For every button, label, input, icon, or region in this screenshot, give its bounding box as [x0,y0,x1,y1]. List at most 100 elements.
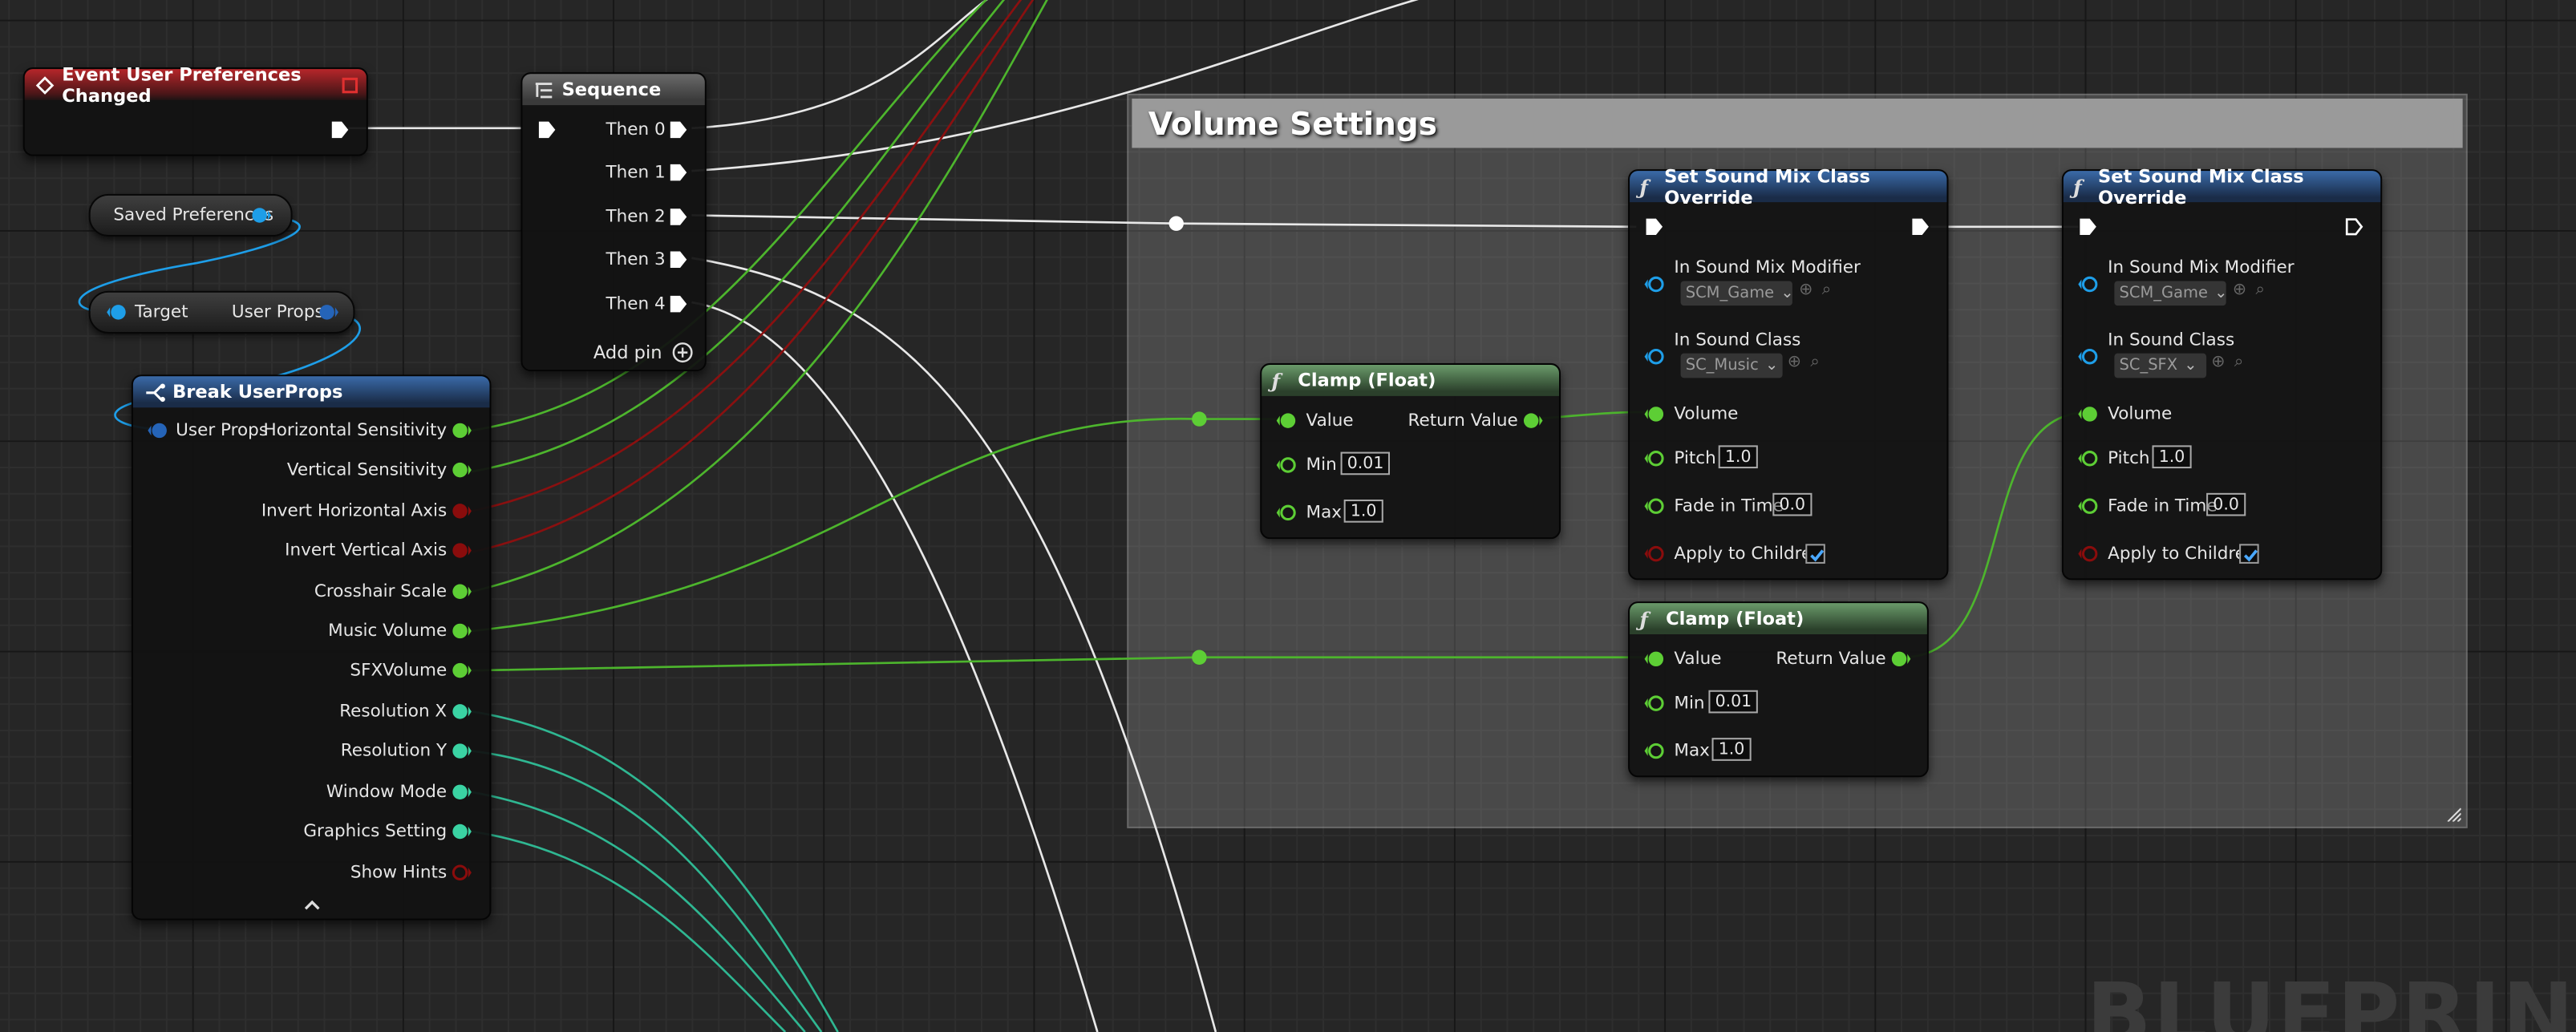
use-selected-asset-icon[interactable]: ⊕ [1799,281,1813,299]
object-in-pin-unconnected[interactable] [2078,274,2098,294]
sound-mix-node-header[interactable]: ƒ Set Sound Mix Class Override [2063,165,2381,208]
bool-in-pin-unconnected[interactable] [2078,544,2098,564]
object-in-pin-unconnected[interactable] [1644,346,1665,366]
sound-mix-node-header[interactable]: ƒ Set Sound Mix Class Override [1630,165,1947,208]
exec-out-pin[interactable] [669,250,689,270]
exec-out-pin[interactable] [669,163,689,183]
user-props-in-label: User Props [176,420,269,441]
fade-in-time-input[interactable]: 0.0 [1772,492,1813,516]
exec-in-pin[interactable] [2078,217,2098,237]
blueprint-graph-canvas[interactable]: Volume Settings Event User Preferences C… [0,0,2576,1032]
float-in-pin-unconnected[interactable] [1644,448,1665,468]
clamp-float-node-2[interactable]: ƒ Clamp (Float) Value Return Value Min 0… [1628,601,1929,778]
sound-mix-modifier-label: In Sound Mix Modifier [1674,257,1861,278]
collapse-chevron-up-icon[interactable] [302,899,322,912]
float-out-pin[interactable] [452,460,472,480]
int-out-pin[interactable] [452,702,472,722]
object-in-pin-unconnected[interactable] [2078,346,2098,366]
browse-asset-search-icon[interactable]: ⌕ [1810,354,1819,372]
fade-in-time-input[interactable]: 0.0 [2206,492,2246,516]
saved-preferences-variable[interactable]: Saved Preferences [88,193,293,237]
exec-out-pin[interactable] [1910,217,1930,237]
apply-to-children-checkbox[interactable] [2239,544,2259,564]
float-in-pin-unconnected[interactable] [1276,455,1297,476]
exec-out-pin[interactable] [669,120,689,140]
sound-mix-modifier-dropdown[interactable]: SCM_Game ⌄ [2114,281,2227,306]
volume-label: Volume [2108,404,2173,424]
sequence-node-header[interactable]: Sequence [522,74,705,106]
add-pin-icon[interactable] [672,342,694,363]
break-userprops-node[interactable]: Break UserProps User Props Horizontal Se… [131,374,492,921]
return-value-label: Return Value [1407,411,1518,431]
bool-in-pin-unconnected[interactable] [1644,544,1665,564]
value-label: Value [1306,411,1354,431]
sound-class-dropdown[interactable]: SC_SFX ⌄ [2114,353,2207,378]
int-out-pin[interactable] [452,822,472,842]
max-label: Max [1674,741,1710,761]
break-node-header[interactable]: Break UserProps [132,376,490,408]
use-selected-asset-icon[interactable]: ⊕ [2211,354,2225,372]
min-input[interactable]: 0.01 [1708,690,1759,714]
set-sound-mix-override-node-2[interactable]: ƒ Set Sound Mix Class Override In Sound … [2061,165,2383,581]
min-input[interactable]: 0.01 [1340,451,1391,476]
float-in-pin-unconnected[interactable] [1644,741,1665,761]
object-out-pin[interactable] [251,205,271,225]
apply-to-children-checkbox[interactable] [1805,544,1825,564]
add-pin-label[interactable]: Add pin [593,342,662,363]
exec-out-pin[interactable] [669,294,689,314]
int-out-pin[interactable] [452,741,472,761]
max-input[interactable]: 1.0 [1343,500,1383,523]
delegate-pin-icon[interactable] [342,77,358,94]
bool-out-pin[interactable] [452,501,472,521]
clamp-float-node-1[interactable]: ƒ Clamp (Float) Value Return Value Min 0… [1260,362,1561,540]
clamp-node-header[interactable]: ƒ Clamp (Float) [1630,603,1927,635]
float-in-pin[interactable] [1644,404,1665,424]
bool-out-pin-unconnected[interactable] [452,863,472,883]
float-in-pin[interactable] [2078,404,2098,424]
float-in-pin-unconnected[interactable] [1644,694,1665,714]
clamp-node-header[interactable]: ƒ Clamp (Float) [1262,364,1559,396]
float-in-pin[interactable] [1644,649,1665,669]
sound-class-dropdown[interactable]: SC_Music ⌄ [1680,353,1783,378]
float-out-pin[interactable] [452,621,472,641]
float-out-pin[interactable] [452,421,472,441]
pitch-input[interactable]: 1.0 [1718,445,1758,469]
float-out-pin[interactable] [1891,649,1911,669]
float-in-pin-unconnected[interactable] [1276,503,1297,523]
sound-class-label: In Sound Class [2108,330,2235,350]
max-input[interactable]: 1.0 [1711,738,1752,761]
exec-in-pin[interactable] [1645,217,1665,237]
exec-in-pin[interactable] [537,120,557,140]
float-in-pin[interactable] [1276,411,1297,431]
value-label: Value [1674,649,1722,670]
sound-mix-modifier-value: SCM_Game [2119,284,2208,303]
set-sound-mix-override-node-1[interactable]: ƒ Set Sound Mix Class Override In Sound … [1628,165,1949,581]
browse-asset-search-icon[interactable]: ⌕ [2234,354,2243,372]
struct-in-pin[interactable] [148,421,168,441]
float-out-pin[interactable] [452,661,472,681]
float-out-pin[interactable] [452,581,472,601]
sequence-node[interactable]: Sequence Then 0 Then 1 Then 2 Then 3 The… [520,72,707,372]
browse-asset-search-icon[interactable]: ⌕ [2256,281,2265,299]
event-node[interactable]: Event User Preferences Changed [22,63,368,156]
browse-asset-search-icon[interactable]: ⌕ [1822,281,1831,299]
int-out-pin[interactable] [452,782,472,802]
struct-out-pin[interactable] [318,302,338,322]
pitch-input[interactable]: 1.0 [2152,445,2192,469]
float-in-pin-unconnected[interactable] [1644,496,1665,516]
event-node-header[interactable]: Event User Preferences Changed [24,63,367,106]
object-in-pin-unconnected[interactable] [1644,274,1665,294]
float-in-pin-unconnected[interactable] [2078,448,2098,468]
target-in-pin[interactable] [107,302,127,322]
bool-out-pin[interactable] [452,540,472,561]
exec-out-pin[interactable] [669,207,689,227]
use-selected-asset-icon[interactable]: ⊕ [2233,281,2246,299]
float-out-pin[interactable] [1523,411,1543,431]
sound-mix-modifier-dropdown[interactable]: SCM_Game ⌄ [1680,281,1794,306]
exec-out-pin[interactable] [330,120,350,140]
exec-wire [691,0,1420,172]
get-user-props-node[interactable]: Target User Props [88,290,355,334]
exec-out-pin-unconnected[interactable] [2344,217,2364,237]
use-selected-asset-icon[interactable]: ⊕ [1788,354,1801,372]
float-in-pin-unconnected[interactable] [2078,496,2098,516]
